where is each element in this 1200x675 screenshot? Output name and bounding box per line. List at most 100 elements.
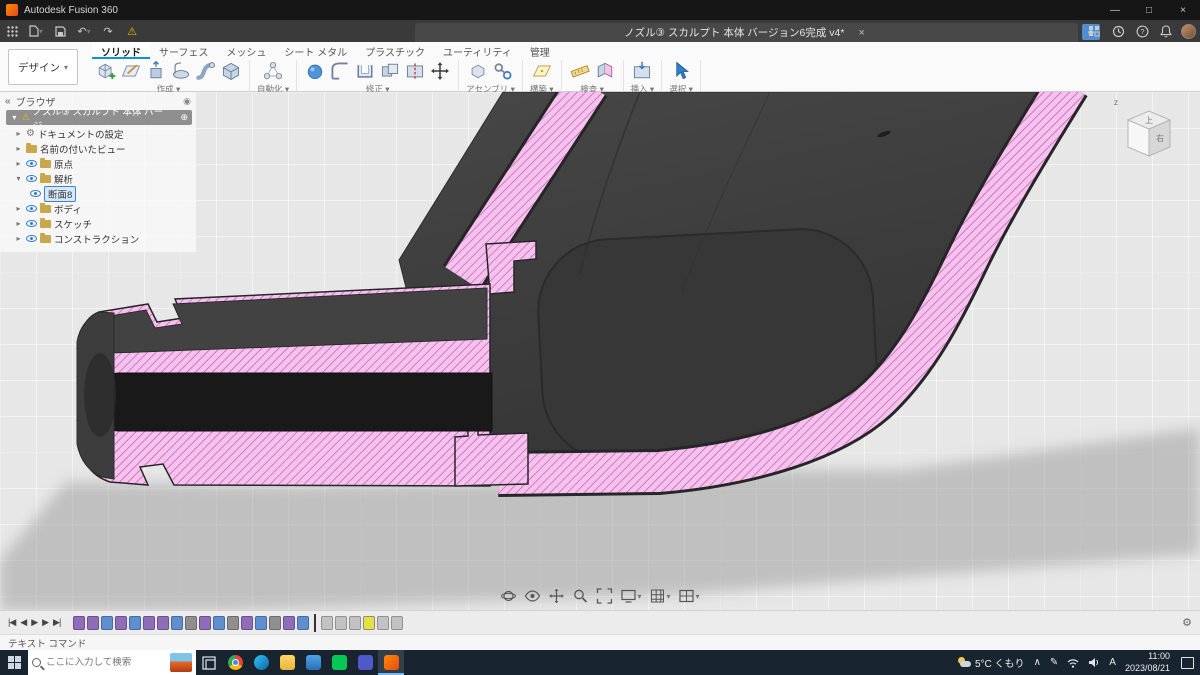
timeline-feature[interactable] (255, 616, 267, 630)
press-pull-icon[interactable] (304, 60, 326, 82)
fillet-icon[interactable] (329, 60, 351, 82)
taskbar-search[interactable] (28, 650, 196, 675)
create-sketch-icon[interactable] (120, 60, 142, 82)
visibility-eye-icon[interactable] (30, 190, 41, 197)
tree-caret-icon[interactable]: ▸ (14, 234, 23, 243)
shell-icon[interactable] (354, 60, 376, 82)
tree-caret-icon[interactable]: ▸ (14, 129, 23, 138)
timeline-go-start-button[interactable]: |◀ (8, 617, 15, 628)
visibility-eye-icon[interactable] (26, 235, 37, 242)
tree-caret-icon[interactable]: ▸ (14, 159, 23, 168)
browser-item-section8[interactable]: 断面8 (0, 186, 196, 201)
zoom-icon[interactable] (572, 588, 588, 604)
notifications-icon[interactable] (1157, 22, 1175, 40)
help-icon[interactable]: ? (1133, 22, 1151, 40)
extrude-icon[interactable] (145, 60, 167, 82)
timeline-feature[interactable] (143, 616, 155, 630)
construction-plane-icon[interactable] (531, 60, 553, 82)
revolve-icon[interactable] (170, 60, 192, 82)
browser-root-item[interactable]: ▾ ⚠ ノズル③ スカルプト 本体 バージ... ⊕ (6, 110, 192, 125)
timeline-feature[interactable] (241, 616, 253, 630)
maximize-button[interactable]: □ (1132, 0, 1166, 20)
timeline-go-end-button[interactable]: ▶| (53, 617, 60, 628)
timeline-step-forward-button[interactable]: ▶ (42, 617, 48, 628)
measure-icon[interactable] (569, 60, 591, 82)
timeline-playhead[interactable] (314, 614, 316, 632)
visibility-eye-icon[interactable] (26, 205, 37, 212)
app-grid-icon[interactable] (0, 22, 24, 40)
fusion-360-taskbar-icon[interactable] (378, 650, 404, 675)
volume-icon[interactable] (1088, 657, 1100, 668)
save-icon[interactable] (48, 22, 72, 40)
store-app-icon[interactable] (300, 650, 326, 675)
timeline-feature[interactable] (227, 616, 239, 630)
pen-icon[interactable]: ✎ (1050, 657, 1058, 668)
task-view-button[interactable] (196, 650, 222, 675)
orbit-icon[interactable] (500, 588, 516, 604)
tab-solid[interactable]: ソリッド (92, 42, 150, 59)
timeline-feature[interactable] (101, 616, 113, 630)
sweep-icon[interactable] (195, 60, 217, 82)
selected-item[interactable]: 断面8 (44, 186, 76, 202)
timeline-feature[interactable] (283, 616, 295, 630)
user-avatar[interactable] (1181, 24, 1196, 39)
tree-caret-icon[interactable]: ▸ (14, 204, 23, 213)
timeline-feature[interactable] (115, 616, 127, 630)
timeline-step-back-button[interactable]: ◀ (20, 617, 26, 628)
teams-app-icon[interactable] (352, 650, 378, 675)
timeline-feature[interactable] (199, 616, 211, 630)
timeline-feature[interactable] (171, 616, 183, 630)
document-tab-close-icon[interactable]: × (854, 27, 868, 39)
tab-plastic[interactable]: プラスチック (356, 42, 434, 59)
chrome-icon[interactable] (222, 650, 248, 675)
taskbar-weather[interactable]: 5°C くもり (957, 655, 1025, 670)
workspace-selector[interactable]: デザイン ▾ (8, 49, 78, 85)
visibility-eye-icon[interactable] (26, 220, 37, 227)
tab-sheet-metal[interactable]: シート メタル (275, 42, 356, 59)
view-cube[interactable]: z 上 右 (1114, 98, 1184, 168)
edge-icon[interactable] (248, 650, 274, 675)
fit-icon[interactable] (596, 588, 612, 604)
search-input[interactable] (46, 657, 165, 668)
look-at-icon[interactable] (524, 588, 540, 604)
browser-collapse-icon[interactable]: « (5, 96, 11, 107)
split-body-icon[interactable] (404, 60, 426, 82)
combine-icon[interactable] (379, 60, 401, 82)
network-icon[interactable] (1067, 658, 1079, 668)
browser-item-sketches[interactable]: ▸ スケッチ (0, 216, 196, 231)
browser-item-construction[interactable]: ▸ コンストラクション (0, 231, 196, 246)
grid-settings-icon[interactable]: ▾ (649, 588, 670, 604)
text-command-bar[interactable]: テキスト コマンド (0, 634, 1200, 650)
timeline-feature[interactable] (321, 616, 333, 630)
job-status-icon[interactable] (1109, 22, 1127, 40)
browser-item-named-views[interactable]: ▸ 名前の付いたビュー (0, 141, 196, 156)
line-app-icon[interactable] (326, 650, 352, 675)
viewports-icon[interactable]: ▾ (679, 588, 700, 604)
tab-surface[interactable]: サーフェス (150, 42, 217, 59)
timeline-feature[interactable] (377, 616, 389, 630)
action-center-icon[interactable] (1181, 657, 1194, 669)
browser-item-bodies[interactable]: ▸ ボディ (0, 201, 196, 216)
visibility-eye-icon[interactable] (26, 175, 37, 182)
timeline-feature-selected[interactable] (363, 616, 375, 630)
primitive-box-icon[interactable] (220, 60, 242, 82)
timeline-feature[interactable] (157, 616, 169, 630)
extensions-icon[interactable] (1085, 22, 1103, 40)
timeline-feature[interactable] (129, 616, 141, 630)
model-viewport[interactable]: « ブラウザ ◉ ▾ ⚠ ノズル③ スカルプト 本体 バージ... ⊕ ▸ ⚙ … (0, 92, 1200, 610)
taskbar-clock[interactable]: 11:00 2023/08/21 (1125, 651, 1170, 674)
start-button[interactable] (0, 650, 28, 675)
tab-manage[interactable]: 管理 (521, 42, 559, 59)
job-warning-icon[interactable]: ⚠ (120, 22, 144, 40)
undo-icon[interactable]: ↶▾ (72, 22, 96, 40)
timeline-feature[interactable] (349, 616, 361, 630)
pan-icon[interactable] (548, 588, 564, 604)
timeline-feature[interactable] (73, 616, 85, 630)
timeline-feature[interactable] (87, 616, 99, 630)
file-explorer-icon[interactable] (274, 650, 300, 675)
move-copy-icon[interactable] (429, 60, 451, 82)
insert-icon[interactable] (631, 60, 653, 82)
tree-caret-icon[interactable]: ▾ (10, 113, 19, 122)
hidden-icons-chevron[interactable]: ∧ (1034, 657, 1041, 668)
automate-icon[interactable] (262, 60, 284, 82)
